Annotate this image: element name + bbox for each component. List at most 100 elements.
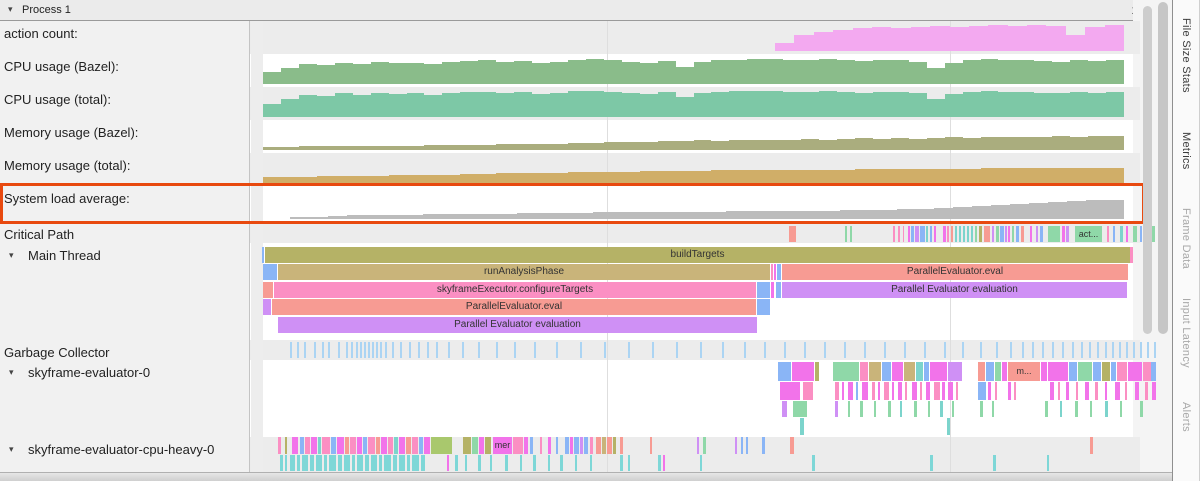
gc-tick-68[interactable]: [1154, 342, 1156, 358]
flame-row2-slice-3[interactable]: [771, 282, 774, 298]
critical-path-slice-43[interactable]: [1133, 226, 1137, 242]
gc-tick-33[interactable]: [652, 342, 654, 358]
gc-tick-52[interactable]: [1022, 342, 1024, 358]
cpu-heavy-row0-slice-8[interactable]: [331, 437, 336, 454]
cpu-heavy-row0-slice-14[interactable]: [368, 437, 375, 454]
cpu-heavy-row0-slice-54[interactable]: [790, 437, 794, 454]
cpu-heavy-row0-slice-6[interactable]: [318, 437, 321, 454]
cpu-heavy-row0-slice-4[interactable]: [305, 437, 310, 454]
cpu-heavy-row1-slice-18[interactable]: [399, 455, 405, 471]
gc-tick-39[interactable]: [784, 342, 786, 358]
evaluator0-row0-slice-26[interactable]: [1128, 362, 1142, 381]
evaluator0-row2-slice-10[interactable]: [940, 401, 943, 417]
critical-path-slice-15[interactable]: [951, 226, 953, 242]
critical-path-slice-30[interactable]: [1016, 226, 1019, 242]
gc-tick-24[interactable]: [462, 342, 464, 358]
evaluator0-row1-slice-8[interactable]: [878, 382, 880, 400]
evaluator0-row0-slice-0[interactable]: [778, 362, 791, 381]
gc-tick-34[interactable]: [676, 342, 678, 358]
gc-tick-19[interactable]: [409, 342, 411, 358]
cpu-heavy-row1-slice-7[interactable]: [324, 455, 327, 471]
cpu-heavy-row0-slice-11[interactable]: [350, 437, 356, 454]
evaluator0-row0-slice-3[interactable]: [833, 362, 859, 381]
evaluator0-row1-slice-27[interactable]: [1066, 382, 1069, 400]
horizontal-scrollbar-track[interactable]: [0, 472, 1173, 481]
cpu-heavy-row1-slice-39[interactable]: [812, 455, 815, 471]
gc-tick-14[interactable]: [376, 342, 378, 358]
evaluator0-row0-slice-18[interactable]: [1041, 362, 1047, 381]
gc-tick-21[interactable]: [427, 342, 429, 358]
critical-path-slice-32[interactable]: [1030, 226, 1032, 242]
gc-tick-60[interactable]: [1097, 342, 1099, 358]
evaluator0-row2-slice-17[interactable]: [1090, 401, 1092, 417]
gc-tick-67[interactable]: [1147, 342, 1149, 358]
gc-tick-66[interactable]: [1140, 342, 1142, 358]
evaluator0-row1-slice-30[interactable]: [1095, 382, 1098, 400]
cpu-heavy-row0-slice-12[interactable]: [357, 437, 362, 454]
cpu-heavy-row0-slice-1[interactable]: [285, 437, 287, 454]
critical-path-slice-34[interactable]: [1040, 226, 1043, 242]
cpu-heavy-row0-slice-20[interactable]: [406, 437, 411, 454]
cpu-heavy-row1-slice-38[interactable]: [700, 455, 702, 471]
flame-row0-slice-2[interactable]: [1130, 247, 1133, 263]
critical-path-slice-22[interactable]: [979, 226, 982, 242]
cpu-heavy-row0-slice-21[interactable]: [412, 437, 418, 454]
cpu-heavy-row1-slice-34[interactable]: [620, 455, 623, 471]
gc-tick-63[interactable]: [1119, 342, 1121, 358]
cpu-heavy-row0-slice-36[interactable]: [565, 437, 569, 454]
cpu-heavy-row0-slice-40[interactable]: [584, 437, 588, 454]
evaluator0-row0-slice-5[interactable]: [869, 362, 881, 381]
evaluator0-row1-slice-1[interactable]: [803, 382, 813, 400]
critical-path-slice-9[interactable]: [920, 226, 925, 242]
cpu-heavy-row1-slice-4[interactable]: [302, 455, 308, 471]
critical-path-slice-40[interactable]: [1113, 226, 1115, 242]
evaluator0-row1-slice-23[interactable]: [1008, 382, 1011, 400]
inner-vertical-scrollbar-thumb[interactable]: [1143, 6, 1152, 334]
evaluator0-row2-slice-7[interactable]: [900, 401, 902, 417]
gc-tick-35[interactable]: [700, 342, 702, 358]
gc-tick-25[interactable]: [478, 342, 480, 358]
evaluator0-row2-slice-5[interactable]: [874, 401, 876, 417]
cpu-heavy-row1-slice-3[interactable]: [297, 455, 300, 471]
cpu-heavy-row0-slice-37[interactable]: [570, 437, 573, 454]
critical-path-slice-11[interactable]: [930, 226, 932, 242]
cpu-heavy-row1-slice-35[interactable]: [628, 455, 630, 471]
evaluator0-row1-slice-7[interactable]: [872, 382, 875, 400]
evaluator0-row2-slice-16[interactable]: [1075, 401, 1078, 417]
cpu-heavy-row1-slice-10[interactable]: [344, 455, 350, 471]
critical-path-slice-36[interactable]: [1062, 226, 1065, 242]
tab-alerts[interactable]: Alerts: [1180, 402, 1192, 432]
gc-tick-44[interactable]: [884, 342, 886, 358]
evaluator0-row0-slice-19[interactable]: [1048, 362, 1068, 381]
gc-tick-20[interactable]: [418, 342, 420, 358]
evaluator0-row1-slice-5[interactable]: [856, 382, 858, 400]
evaluator0-row0-slice-17[interactable]: m...: [1008, 362, 1040, 381]
gc-tick-61[interactable]: [1105, 342, 1107, 358]
gc-tick-57[interactable]: [1072, 342, 1074, 358]
evaluator0-row1-slice-35[interactable]: [1145, 382, 1148, 400]
critical-path-slice-33[interactable]: [1036, 226, 1038, 242]
gc-tick-3[interactable]: [314, 342, 316, 358]
flame-row2-slice-2[interactable]: [757, 282, 770, 298]
cpu-heavy-row1-slice-1[interactable]: [285, 455, 287, 471]
cpu-heavy-row0-slice-47[interactable]: [650, 437, 652, 454]
cpu-heavy-row0-slice-48[interactable]: [697, 437, 699, 454]
evaluator0-row1-slice-32[interactable]: [1115, 382, 1120, 400]
flame-row3-slice-0[interactable]: [263, 299, 271, 315]
outer-vertical-scrollbar-thumb[interactable]: [1158, 2, 1168, 334]
cpu-heavy-row1-slice-9[interactable]: [338, 455, 342, 471]
cpu-heavy-row1-slice-36[interactable]: [658, 455, 661, 471]
gc-tick-53[interactable]: [1032, 342, 1034, 358]
cpu-heavy-row1-slice-32[interactable]: [575, 455, 577, 471]
gc-tick-51[interactable]: [1010, 342, 1012, 358]
critical-path-slice-27[interactable]: [1005, 226, 1007, 242]
gc-tick-1[interactable]: [297, 342, 299, 358]
evaluator0-row0-slice-2[interactable]: [815, 362, 819, 381]
flame-row2-slice-4[interactable]: [776, 282, 781, 298]
gc-tick-12[interactable]: [368, 342, 370, 358]
gc-tick-26[interactable]: [496, 342, 498, 358]
critical-path-slice-35[interactable]: [1048, 226, 1060, 242]
cpu-heavy-row1-slice-15[interactable]: [379, 455, 382, 471]
cpu-heavy-row0-slice-15[interactable]: [376, 437, 380, 454]
evaluator0-row2-slice-15[interactable]: [1060, 401, 1062, 417]
